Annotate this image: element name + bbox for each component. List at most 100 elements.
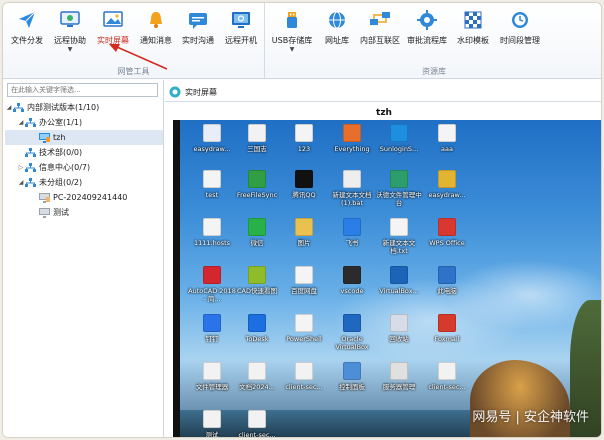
desktop-icon[interactable]: 腾讯QQ xyxy=(280,170,328,216)
approval-flow-button[interactable]: 审批流程库 xyxy=(405,9,449,59)
collapse-icon[interactable]: ◢ xyxy=(17,119,25,126)
desktop-icon[interactable]: ToDesk xyxy=(233,314,281,360)
usb-storage-button[interactable]: USB存储库 ▼ xyxy=(269,9,315,59)
watermark-grid-icon xyxy=(461,9,485,31)
remote-desktop-screen[interactable]: 网易号 | 安企神软件 easydraw... 三国志 123 Everything S… xyxy=(180,120,601,437)
desktop-icon-label: easydraw... xyxy=(428,191,466,199)
intranet-zone-button[interactable]: 内部互联区 xyxy=(357,9,403,59)
desktop-icon[interactable]: 1111.hosts xyxy=(188,218,236,264)
ribbon-group-resource-library: USB存储库 ▼ 网址库 内部互联区 审批流程库 水印模板 时间段管理 资源库 xyxy=(265,3,601,79)
remote-power-icon xyxy=(229,9,253,31)
desktop-icon[interactable]: 新建文本文档.txt xyxy=(375,218,423,264)
url-library-button[interactable]: 网址库 xyxy=(319,9,355,59)
tree-node-office[interactable]: ◢ 办公室(1/1) xyxy=(5,115,163,130)
app-icon xyxy=(248,410,266,428)
desktop-icon[interactable]: 控制面板 xyxy=(328,362,376,408)
tab-icon xyxy=(169,86,181,98)
computer-offline-icon xyxy=(39,192,50,203)
desktop-icon[interactable]: vscode xyxy=(328,266,376,312)
desktop-icon[interactable]: 百度网盘 xyxy=(280,266,328,312)
app-icon xyxy=(295,314,313,332)
desktop-icon[interactable]: 123 xyxy=(280,124,328,170)
collapse-icon[interactable]: ◢ xyxy=(17,179,25,186)
remote-assist-icon xyxy=(58,9,82,31)
tab-realtime-screen[interactable]: 实时屏幕 xyxy=(167,84,223,100)
desktop-icon[interactable]: Everything xyxy=(328,124,376,170)
desktop-icon[interactable]: 此电脑 xyxy=(423,266,471,312)
tree-node-root[interactable]: ◢ 内部测试版本(1/10) xyxy=(5,100,163,115)
collapse-icon[interactable]: ◢ xyxy=(5,104,13,111)
desktop-icon[interactable]: 文件管理器 xyxy=(188,362,236,408)
desktop-icon-label: easydraw... xyxy=(193,145,231,153)
desktop-icon[interactable]: AutoCAD 2018 - 简... xyxy=(188,266,236,312)
app-icon xyxy=(343,314,361,332)
desktop-icon-label: 三国志 xyxy=(247,145,267,153)
desktop-icon[interactable]: CAD快速看图 xyxy=(233,266,281,312)
desktop-icon-label: 微信 xyxy=(250,239,264,247)
expand-icon[interactable]: ▷ xyxy=(17,164,25,171)
desktop-icon-label: 沃德文件管理中台 xyxy=(376,191,422,207)
tree-node-computer-pc[interactable]: PC-202409241440 xyxy=(5,190,163,205)
desktop-icon[interactable]: client-sec... xyxy=(280,362,328,408)
app-icon xyxy=(203,170,221,188)
tree-node-computer-tzh[interactable]: tzh xyxy=(5,130,163,145)
desktop-icon[interactable]: 钉钉 xyxy=(188,314,236,360)
desktop-icon[interactable]: 服务器管理 xyxy=(375,362,423,408)
desktop-icon[interactable]: VirtualBox... xyxy=(375,266,423,312)
app-icon xyxy=(248,362,266,380)
desktop-icon-label: aaa xyxy=(441,145,453,153)
device-tree-panel: ◢ 内部测试版本(1/10) ◢ 办公室(1/1) tzh 技术部(0/0) ▷ xyxy=(3,80,164,437)
desktop-icon[interactable]: client-sec... xyxy=(233,410,281,437)
desktop-icon[interactable]: easydraw... xyxy=(188,124,236,170)
desktop-icon-label: 控制面板 xyxy=(339,383,365,391)
remote-power-button[interactable]: 远程开机 xyxy=(221,9,261,59)
remote-assist-button[interactable]: 远程协助 ▼ xyxy=(51,9,89,59)
desktop-icon[interactable]: easydraw... xyxy=(423,170,471,216)
desktop-icon[interactable]: test xyxy=(188,170,236,216)
tree-node-ungrouped[interactable]: ◢ 未分组(0/2) xyxy=(5,175,163,190)
tree-node-info-center[interactable]: ▷ 信息中心(0/7) xyxy=(5,160,163,175)
desktop-icon-label: vscode xyxy=(340,287,364,295)
clock-gear-icon xyxy=(508,9,532,31)
desktop-icon-label: 回收站 xyxy=(389,335,409,343)
desktop-icon[interactable]: WPS Office xyxy=(423,218,471,264)
time-period-button[interactable]: 时间段管理 xyxy=(497,9,543,59)
desktop-icon[interactable]: aaa xyxy=(423,124,471,170)
desktop-icon[interactable]: 飞书 xyxy=(328,218,376,264)
chevron-down-icon[interactable]: ▼ xyxy=(68,47,73,53)
watermark-template-button[interactable]: 水印模板 xyxy=(453,9,493,59)
desktop-icon[interactable]: 测试 xyxy=(188,410,236,437)
desktop-icon[interactable]: 沃德文件管理中台 xyxy=(375,170,423,216)
desktop-icon[interactable]: 三国志 xyxy=(233,124,281,170)
desktop-icon[interactable]: SunloginS... xyxy=(375,124,423,170)
search-input[interactable] xyxy=(7,83,158,97)
desktop-icon[interactable]: client-sec... xyxy=(423,362,471,408)
desktop-icon[interactable]: 回收站 xyxy=(375,314,423,360)
desktop-icon[interactable]: FreeFileSync xyxy=(233,170,281,216)
desktop-icon[interactable]: Oracle VirtualBox xyxy=(328,314,376,360)
screen-border xyxy=(173,120,180,437)
desktop-icon-label: client-sec... xyxy=(428,383,466,391)
desktop-icon-label: 123 xyxy=(297,145,311,153)
org-icon xyxy=(25,117,36,128)
wallpaper-rock xyxy=(470,360,570,437)
screen-view-panel: 实时屏幕 tzh 网易号 | 安企神软件 easydraw... 三国志 123 Ev… xyxy=(165,80,601,437)
tree-node-computer-test[interactable]: 测试 xyxy=(5,205,163,220)
org-icon xyxy=(25,162,36,173)
desktop-icon[interactable]: Foxmail xyxy=(423,314,471,360)
file-distribute-button[interactable]: 文件分发 xyxy=(9,9,45,59)
desktop-icon[interactable]: 微信 xyxy=(233,218,281,264)
realtime-chat-button[interactable]: 实时沟通 xyxy=(179,9,217,59)
desktop-icon-label: 飞书 xyxy=(345,239,359,247)
app-icon xyxy=(343,124,361,142)
tree-node-tech-dept[interactable]: 技术部(0/0) xyxy=(5,145,163,160)
app-icon xyxy=(203,266,221,284)
chevron-down-icon[interactable]: ▼ xyxy=(290,47,295,53)
desktop-icon-label: SunloginS... xyxy=(379,145,419,153)
desktop-icon[interactable]: 文档2024... xyxy=(233,362,281,408)
desktop-icon[interactable]: 图片 xyxy=(280,218,328,264)
desktop-icon[interactable]: PowerShell xyxy=(280,314,328,360)
device-tree: ◢ 内部测试版本(1/10) ◢ 办公室(1/1) tzh 技术部(0/0) ▷ xyxy=(5,100,163,220)
network-icon xyxy=(368,9,392,31)
desktop-icon[interactable]: 新建文本文档(1).bat xyxy=(328,170,376,216)
